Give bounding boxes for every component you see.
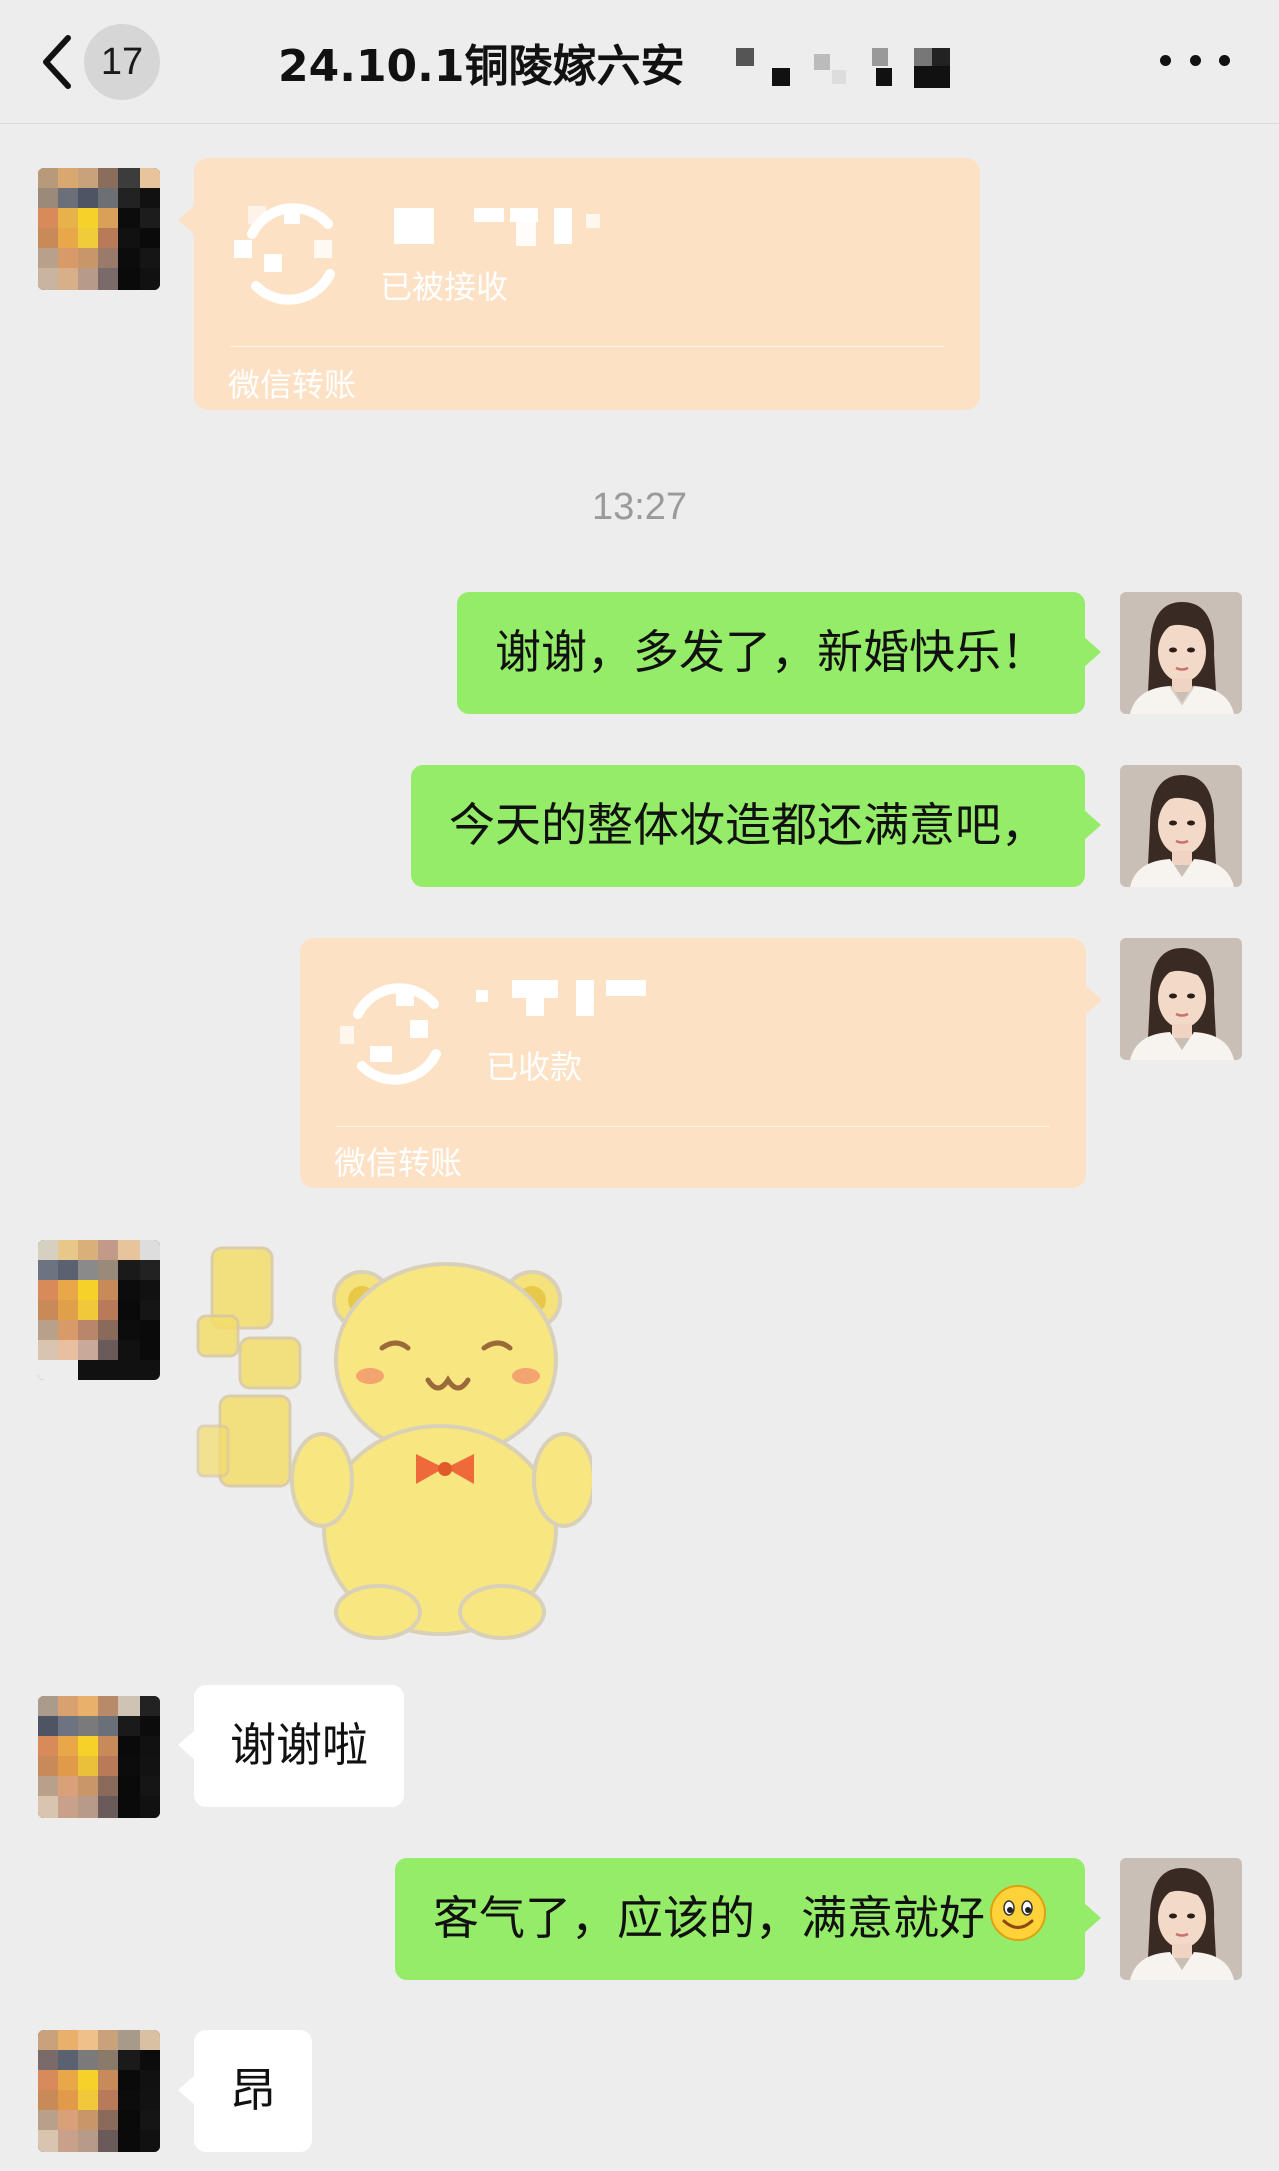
dot <box>1160 54 1171 66</box>
transfer-amount-redacted <box>476 980 716 1024</box>
dot <box>1189 54 1201 66</box>
message-text: 谢谢，多发了，新婚快乐！ <box>495 625 1047 680</box>
transfer-amount-redacted <box>394 208 634 252</box>
outgoing-message-bubble[interactable]: 谢谢，多发了，新婚快乐！ <box>457 592 1101 714</box>
sticker-text-glyphs <box>196 1246 302 1488</box>
self-avatar[interactable] <box>1120 1858 1242 1980</box>
self-avatar[interactable] <box>1120 938 1242 1060</box>
contact-avatar[interactable] <box>38 1696 160 1818</box>
contact-avatar[interactable] <box>38 1240 160 1380</box>
chat-header: 17 24.10.1铜陵嫁六安 <box>0 0 1279 124</box>
transfer-divider <box>230 346 944 347</box>
message-text: 客气了，应该的，满意就好 <box>433 1891 985 1946</box>
message-text: 谢谢啦 <box>230 1718 368 1773</box>
incoming-message-bubble[interactable]: 谢谢啦 <box>178 1685 404 1807</box>
self-avatar[interactable] <box>1120 592 1242 714</box>
self-avatar[interactable] <box>1120 765 1242 887</box>
transfer-footer-label: 微信转账 <box>228 366 357 404</box>
bear-figure <box>290 1262 596 1640</box>
transfer-card-collected[interactable]: 已收款 微信转账 <box>300 938 1102 1188</box>
transfer-footer-label: 微信转账 <box>334 1144 463 1182</box>
transfer-status: 已收款 <box>486 1048 583 1086</box>
chat-timestamp: 13:27 <box>591 486 688 528</box>
bear-sticker-icon[interactable] <box>192 1240 596 1640</box>
transfer-icon <box>340 974 450 1098</box>
chevron-left-icon <box>40 26 84 98</box>
more-options-button[interactable] <box>1160 40 1230 80</box>
outgoing-message-bubble[interactable]: 客气了，应该的，满意就好 <box>395 1858 1101 1980</box>
contact-avatar[interactable] <box>38 168 160 290</box>
dot <box>1219 54 1230 66</box>
incoming-message-bubble[interactable]: 昂 <box>178 2030 312 2152</box>
contact-avatar[interactable] <box>38 2030 160 2152</box>
transfer-card-received[interactable]: 已被接收 微信转账 <box>178 158 980 410</box>
unread-count-badge: 17 <box>84 24 160 100</box>
transfer-divider <box>336 1126 1050 1127</box>
outgoing-message-bubble[interactable]: 今天的整体妆造都还满意吧， <box>411 765 1101 887</box>
smile-emoji-icon <box>989 1884 1047 1954</box>
transfer-status: 已被接收 <box>380 268 509 306</box>
transfer-icon <box>234 194 344 318</box>
message-text: 今天的整体妆造都还满意吧， <box>449 798 1047 853</box>
back-button[interactable]: 17 <box>40 24 190 100</box>
chat-title[interactable]: 24.10.1铜陵嫁六安 <box>278 30 685 94</box>
message-text: 昂 <box>230 2063 276 2118</box>
redacted-title-mosaic <box>720 44 1020 92</box>
